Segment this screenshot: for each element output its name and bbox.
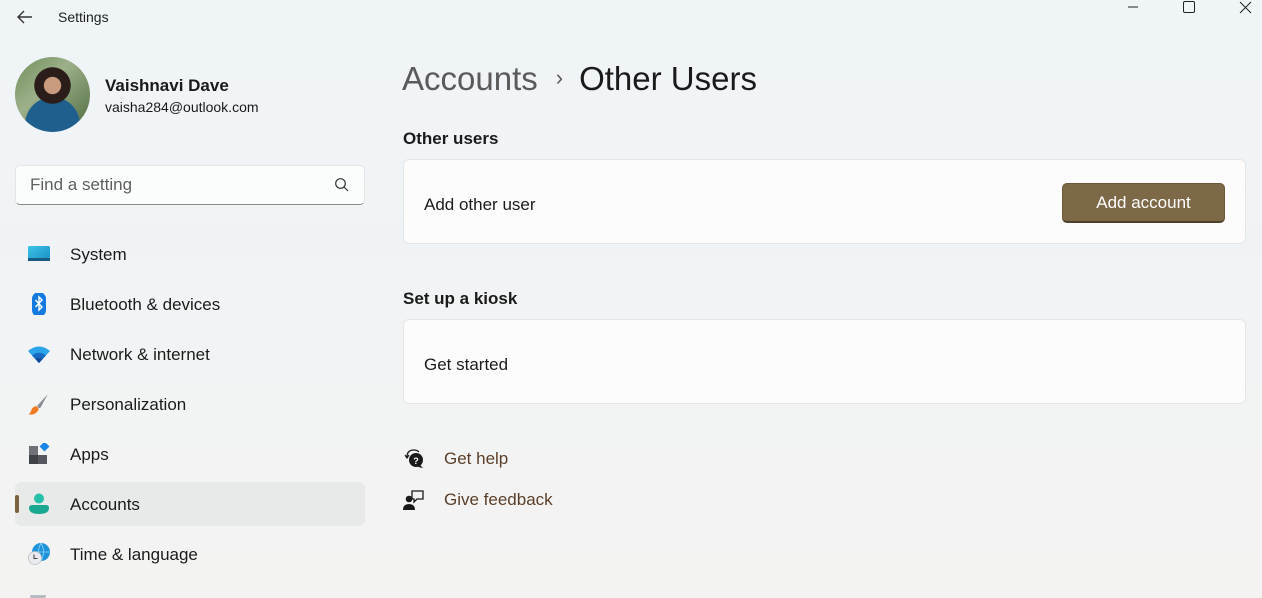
- sidebar-item-system[interactable]: System: [15, 232, 365, 276]
- svg-text:?: ?: [413, 456, 419, 466]
- search-icon[interactable]: [334, 177, 350, 193]
- section-title-kiosk: Set up a kiosk: [403, 289, 518, 308]
- feedback-icon: [403, 490, 424, 510]
- title-bar: Settings: [0, 0, 1262, 36]
- help-icon: ?: [404, 449, 423, 468]
- user-email: vaisha284@outlook.com: [105, 99, 259, 115]
- minimize-icon: [1128, 6, 1138, 8]
- add-other-user-card: Add other user Add account: [403, 159, 1246, 244]
- apps-icon: [29, 443, 50, 464]
- bluetooth-icon: [32, 293, 46, 315]
- avatar[interactable]: [15, 57, 90, 132]
- sidebar-item-personalization[interactable]: Personalization: [15, 382, 365, 426]
- sidebar-item-apps[interactable]: Apps: [15, 432, 365, 476]
- maximize-icon: [1183, 1, 1195, 13]
- sidebar-item-label: Bluetooth & devices: [70, 295, 221, 314]
- sidebar-nav: System Bluetooth & devices Network & int…: [15, 232, 365, 582]
- breadcrumb: Accounts › Other Users: [402, 60, 757, 98]
- get-started-label: Get started: [424, 355, 509, 374]
- sidebar-item-label: Apps: [70, 445, 109, 464]
- section-title-other-users: Other users: [403, 129, 499, 148]
- close-icon: [1239, 1, 1251, 13]
- get-help-label: Get help: [444, 449, 509, 468]
- app-title: Settings: [58, 9, 109, 25]
- sidebar-item-label: Network & internet: [70, 345, 210, 364]
- wifi-icon: [28, 346, 50, 363]
- sidebar-item-label: Personalization: [70, 395, 187, 414]
- sidebar-item-label: Time & language: [70, 545, 198, 564]
- add-account-button[interactable]: Add account: [1062, 183, 1225, 223]
- paintbrush-icon: [28, 394, 48, 415]
- person-icon: [29, 493, 49, 514]
- close-button[interactable]: [1222, 0, 1262, 14]
- sidebar-item-accounts[interactable]: Accounts: [15, 482, 365, 526]
- minimize-button[interactable]: [1110, 0, 1156, 14]
- system-icon: [28, 246, 50, 261]
- give-feedback-label: Give feedback: [444, 490, 553, 509]
- globe-clock-icon: [28, 543, 50, 565]
- add-other-user-label: Add other user: [424, 195, 536, 214]
- breadcrumb-parent[interactable]: Accounts: [402, 60, 538, 97]
- search-input[interactable]: [16, 166, 326, 204]
- back-button[interactable]: [14, 6, 36, 28]
- kiosk-card[interactable]: Get started: [403, 319, 1246, 404]
- arrow-left-icon: [17, 10, 32, 24]
- active-indicator: [15, 495, 19, 513]
- chevron-right-icon: ›: [555, 65, 564, 90]
- sidebar-item-bluetooth[interactable]: Bluetooth & devices: [15, 282, 365, 326]
- sidebar-item-network[interactable]: Network & internet: [15, 332, 365, 376]
- sidebar-item-time-language[interactable]: Time & language: [15, 532, 365, 576]
- sidebar-item-label: Accounts: [70, 495, 140, 514]
- page-title: Other Users: [579, 60, 757, 97]
- user-name: Vaishnavi Dave: [105, 76, 229, 95]
- sidebar-item-label: System: [70, 245, 127, 264]
- maximize-button[interactable]: [1166, 0, 1212, 14]
- search-box: [15, 165, 365, 205]
